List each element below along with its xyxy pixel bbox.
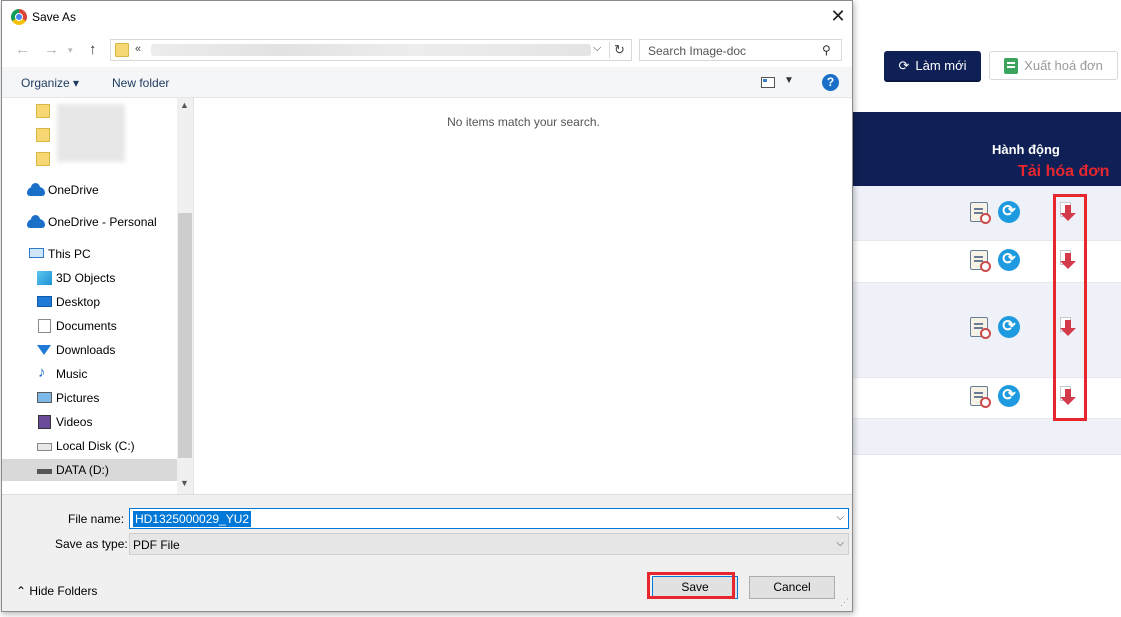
- dialog-title: Save As: [32, 10, 77, 24]
- view-options-icon[interactable]: [761, 77, 775, 88]
- organize-menu[interactable]: Organize ▾: [21, 76, 79, 90]
- file-name-input[interactable]: HD1325000029_YU2 ⌵: [129, 508, 849, 529]
- hide-folders-label: Hide Folders: [29, 584, 98, 598]
- view-invoice-icon[interactable]: [970, 202, 991, 224]
- scrollbar-thumb[interactable]: [178, 213, 192, 458]
- sidebar-item-onedrive-personal[interactable]: OneDrive - Personal: [2, 211, 177, 233]
- music-icon: ♪: [38, 364, 46, 381]
- help-icon[interactable]: ?: [822, 74, 839, 91]
- close-button[interactable]: ✕: [824, 5, 852, 29]
- navigation-pane: OneDrive OneDrive - Personal This PC 3D …: [2, 98, 177, 494]
- sync-icon[interactable]: ⟳: [998, 385, 1020, 407]
- new-folder-button[interactable]: New folder: [112, 76, 169, 90]
- refresh-button-label: Làm mới: [915, 58, 967, 73]
- up-arrow-icon[interactable]: ↑: [89, 41, 97, 58]
- scroll-up-icon[interactable]: ▲: [180, 100, 189, 110]
- sidebar-item-desktop[interactable]: Desktop: [2, 291, 177, 313]
- 3d-objects-icon: [37, 271, 52, 285]
- save-as-type-select[interactable]: PDF File ⌵: [129, 533, 849, 555]
- search-placeholder: Search Image-doc: [648, 44, 747, 58]
- back-arrow-icon[interactable]: ←: [15, 41, 30, 58]
- hide-folders-toggle[interactable]: ⌃ Hide Folders: [16, 584, 97, 598]
- resize-grip-icon[interactable]: ⋰: [840, 597, 849, 608]
- folder-icon[interactable]: [36, 128, 50, 142]
- documents-icon: [38, 319, 51, 333]
- forward-arrow-icon[interactable]: →: [44, 41, 59, 58]
- blurred-path: [151, 44, 591, 56]
- cancel-button[interactable]: Cancel: [749, 576, 835, 599]
- chrome-icon: [11, 9, 27, 25]
- chevron-up-icon: ⌃: [16, 584, 27, 598]
- onedrive-icon: [27, 183, 45, 196]
- search-input[interactable]: Search Image-doc ⚲: [639, 39, 842, 61]
- sync-icon[interactable]: ⟳: [998, 316, 1020, 338]
- export-invoice-button[interactable]: Xuất hoá đơn: [989, 51, 1118, 80]
- navigation-scrollbar[interactable]: ▲ ▼: [177, 98, 193, 494]
- computer-icon: [29, 248, 44, 258]
- export-invoice-label: Xuất hoá đơn: [1024, 58, 1103, 73]
- folder-icon: [115, 43, 129, 57]
- refresh-icon: ⟳: [898, 57, 910, 73]
- sync-icon[interactable]: ⟳: [998, 249, 1020, 271]
- search-icon[interactable]: ⚲: [822, 43, 831, 57]
- chevron-down-icon[interactable]: ⌵: [836, 538, 844, 549]
- address-dropdown-icon[interactable]: ⌵: [593, 42, 601, 55]
- action-column-header: Hành động: [992, 142, 1060, 157]
- downloads-icon: [37, 345, 51, 355]
- save-as-type-label: Save as type:: [55, 537, 128, 551]
- file-name-value: HD1325000029_YU2: [133, 511, 252, 527]
- videos-icon: [38, 415, 51, 429]
- folder-icon[interactable]: [36, 152, 50, 166]
- sidebar-item-downloads[interactable]: Downloads: [2, 339, 177, 361]
- invoice-icon: [1004, 57, 1019, 74]
- sidebar-item-data-d[interactable]: DATA (D:): [2, 459, 177, 481]
- recent-locations-icon[interactable]: ▾: [68, 45, 73, 56]
- sidebar-item-3d-objects[interactable]: 3D Objects: [2, 267, 177, 289]
- toolbar: Organize ▾ New folder ▼ ?: [2, 67, 852, 98]
- pictures-icon: [37, 392, 52, 403]
- folder-icon[interactable]: [36, 104, 50, 118]
- scroll-down-icon[interactable]: ▼: [180, 478, 189, 488]
- onedrive-icon: [27, 215, 45, 228]
- download-invoice-annotation: Tải hóa đơn: [1018, 163, 1110, 180]
- sidebar-item-this-pc[interactable]: This PC: [2, 243, 177, 265]
- blurred-folder-names: [57, 104, 125, 162]
- navigation-bar: ← → ▾ ↑ « ⌵ ↻ Search Image-doc ⚲: [2, 33, 852, 67]
- file-name-label: File name:: [68, 512, 125, 526]
- empty-message: No items match your search.: [447, 115, 600, 129]
- sidebar-item-local-disk-c[interactable]: Local Disk (C:): [2, 435, 177, 457]
- sidebar-item-music[interactable]: ♪ Music: [2, 363, 177, 385]
- sidebar-item-videos[interactable]: Videos: [2, 411, 177, 433]
- sidebar-item-pictures[interactable]: Pictures: [2, 387, 177, 409]
- file-list-pane[interactable]: No items match your search.: [193, 98, 852, 494]
- drive-icon: [37, 469, 52, 474]
- chevron-down-icon[interactable]: ⌵: [836, 512, 844, 523]
- save-button-highlight: [647, 572, 735, 599]
- breadcrumb-overflow[interactable]: «: [135, 43, 141, 55]
- sidebar-item-documents[interactable]: Documents: [2, 315, 177, 337]
- download-column-highlight: [1053, 194, 1087, 421]
- desktop-icon: [37, 296, 52, 307]
- table-row: [852, 419, 1121, 455]
- sync-icon[interactable]: ⟳: [998, 201, 1020, 223]
- refresh-button[interactable]: ⟳ Làm mới: [884, 51, 981, 80]
- view-invoice-icon[interactable]: [970, 250, 991, 272]
- save-as-type-value: PDF File: [133, 538, 180, 552]
- dialog-titlebar[interactable]: Save As ✕: [2, 1, 852, 33]
- save-as-dialog: Save As ✕ ← → ▾ ↑ « ⌵ ↻ Search Image-doc…: [1, 0, 853, 612]
- address-bar[interactable]: « ⌵ ↻: [110, 39, 632, 61]
- local-disk-icon: [37, 443, 52, 451]
- view-invoice-icon[interactable]: [970, 317, 991, 339]
- refresh-icon[interactable]: ↻: [614, 42, 625, 58]
- view-dropdown-icon[interactable]: ▼: [784, 75, 794, 86]
- sidebar-item-onedrive[interactable]: OneDrive: [2, 179, 177, 201]
- view-invoice-icon[interactable]: [970, 386, 991, 408]
